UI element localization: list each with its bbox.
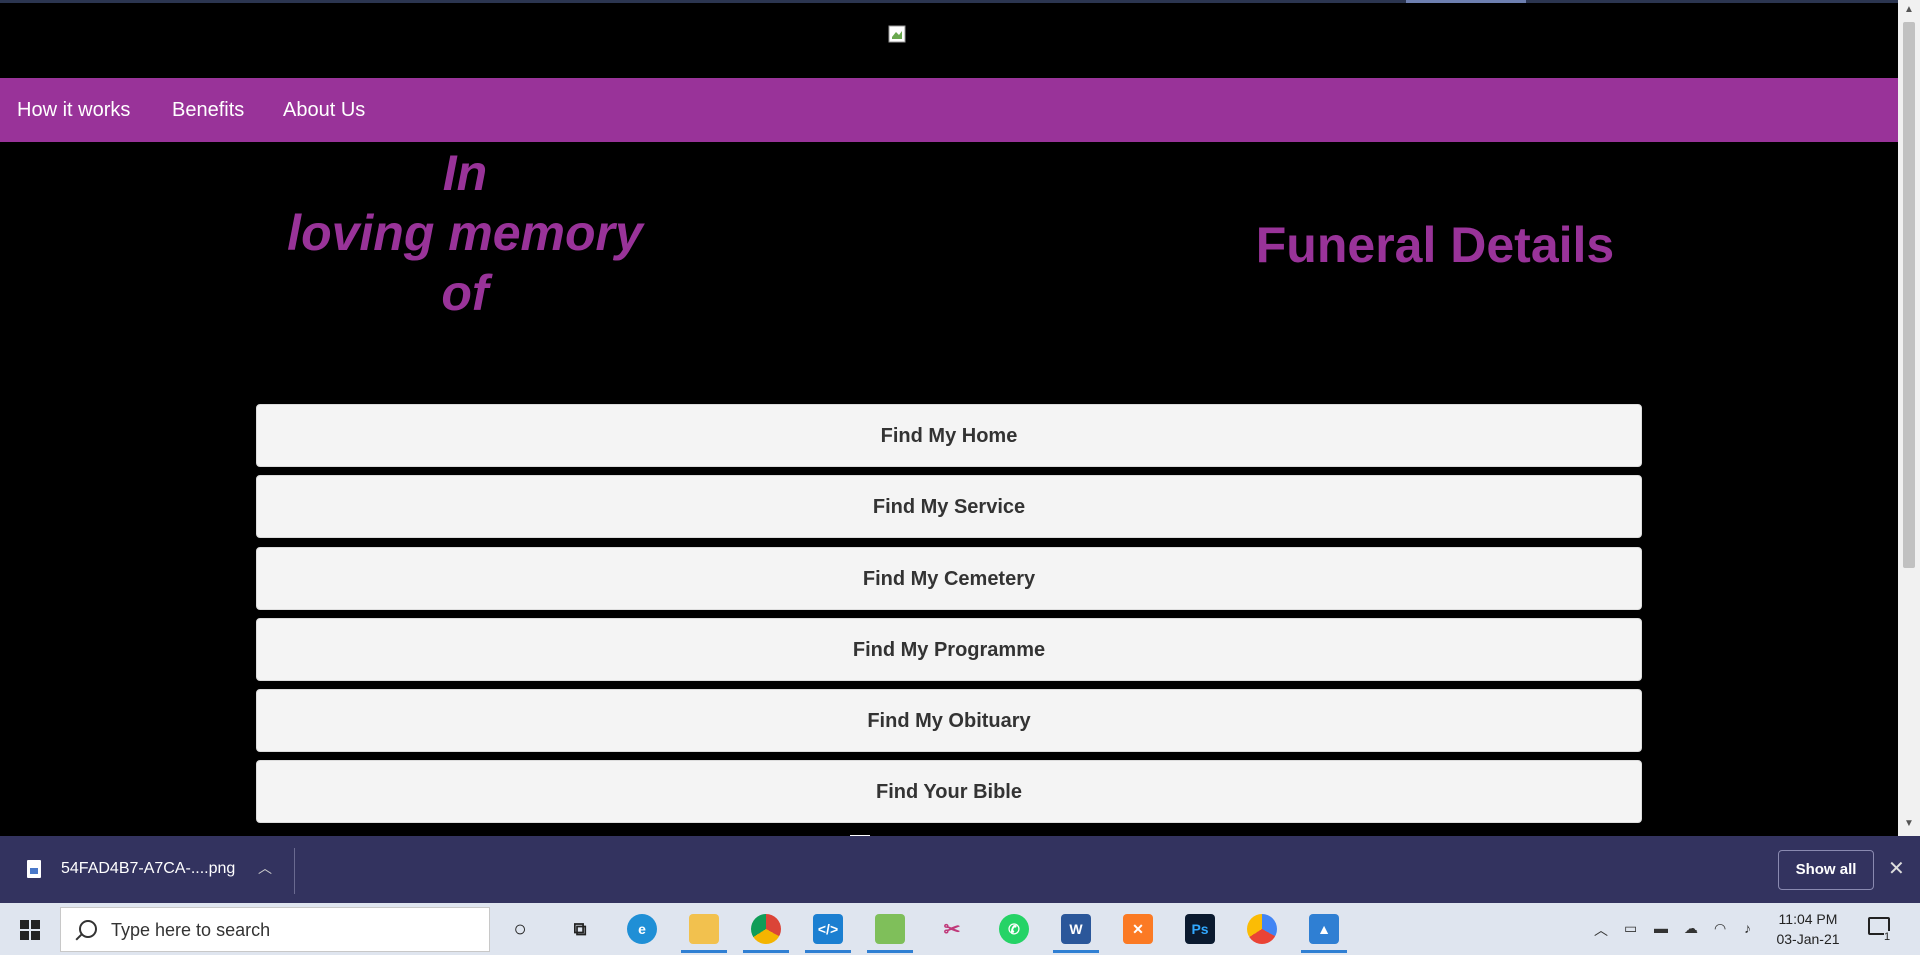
download-filename[interactable]: 54FAD4B7-A7CA-....png (61, 860, 235, 878)
notification-count: 1 (1884, 931, 1891, 943)
browser-top-strip (0, 0, 1898, 3)
memory-line-3: of (441, 265, 489, 321)
image-file-icon (27, 860, 41, 878)
nav-about-us[interactable]: About Us (283, 78, 365, 142)
battery-icon[interactable]: ▬ (1654, 920, 1668, 936)
word-active-indicator (1053, 950, 1099, 953)
system-clock[interactable]: 11:04 PM 03-Jan-21 (1772, 909, 1844, 949)
show-all-button[interactable]: Show all (1778, 850, 1874, 890)
chrome-icon[interactable] (751, 914, 781, 944)
nav-benefits[interactable]: Benefits (172, 78, 244, 142)
whatsapp-icon[interactable]: ✆ (999, 914, 1029, 944)
meet-now-icon[interactable]: ▭ (1624, 920, 1637, 937)
windows-start-icon[interactable] (20, 920, 40, 940)
memory-line-1: In (442, 145, 488, 201)
find-my-home-button[interactable]: Find My Home (256, 404, 1642, 467)
snip-icon[interactable]: ✂ (937, 914, 967, 944)
google-drive-icon[interactable] (1247, 914, 1277, 944)
page-scrollbar[interactable]: ▲ ▼ (1898, 0, 1920, 836)
file-explorer-active-indicator (681, 950, 727, 953)
taskbar-search-box[interactable]: Type here to search (60, 907, 490, 952)
main-navbar: How it works Benefits About Us (0, 78, 1898, 142)
find-your-bible-button[interactable]: Find Your Bible (256, 760, 1642, 823)
search-placeholder: Type here to search (111, 920, 271, 940)
clock-time: 11:04 PM (1778, 911, 1838, 927)
find-my-cemetery-button[interactable]: Find My Cemetery (256, 547, 1642, 610)
photos-active-indicator (1301, 950, 1347, 953)
nav-how-it-works[interactable]: How it works (17, 78, 130, 142)
task-view-icon[interactable]: ⧉ (565, 914, 595, 944)
scroll-up-icon[interactable]: ▲ (1898, 4, 1920, 18)
memory-heading: In loving memory of (250, 143, 680, 323)
funeral-details-heading: Funeral Details (1255, 217, 1615, 273)
find-my-obituary-button[interactable]: Find My Obituary (256, 689, 1642, 752)
word-icon[interactable]: W (1061, 914, 1091, 944)
find-my-service-button[interactable]: Find My Service (256, 475, 1642, 538)
onedrive-icon[interactable]: ☁ (1684, 920, 1698, 937)
file-explorer-icon[interactable] (689, 914, 719, 944)
vscode-active-indicator (805, 950, 851, 953)
download-divider (294, 848, 295, 894)
paint-active-indicator (867, 950, 913, 953)
download-bar: 54FAD4B7-A7CA-....png ︿ Show all ✕ (0, 836, 1920, 903)
memory-line-2: loving memory (287, 205, 643, 261)
browser-top-strip-accent (1406, 0, 1526, 3)
cortana-icon[interactable]: ○ (505, 914, 535, 944)
chevron-up-icon[interactable]: ︿ (258, 858, 272, 878)
show-hidden-icons-icon[interactable]: ︿ (1594, 920, 1608, 940)
find-my-programme-button[interactable]: Find My Programme (256, 618, 1642, 681)
wifi-icon[interactable]: ◠ (1714, 920, 1726, 937)
xampp-icon[interactable]: ✕ (1123, 914, 1153, 944)
scroll-thumb[interactable] (1903, 22, 1915, 568)
vscode-icon[interactable]: </> (813, 914, 843, 944)
close-icon[interactable]: ✕ (1888, 856, 1905, 881)
clock-date: 03-Jan-21 (1776, 931, 1840, 947)
windows-taskbar: Type here to search ○ ⧉ e </> ✂ ✆ W ✕ Ps… (0, 903, 1920, 955)
volume-icon[interactable]: ♪ (1744, 920, 1751, 936)
chrome-active-indicator (743, 950, 789, 953)
paint-icon[interactable] (875, 914, 905, 944)
search-icon (79, 920, 97, 938)
photoshop-icon[interactable]: Ps (1185, 914, 1215, 944)
edge-icon[interactable]: e (627, 914, 657, 944)
broken-logo-image (888, 25, 906, 43)
scroll-down-icon[interactable]: ▼ (1898, 818, 1920, 832)
photos-icon[interactable]: ▲ (1309, 914, 1339, 944)
clipped-content (850, 828, 1050, 836)
